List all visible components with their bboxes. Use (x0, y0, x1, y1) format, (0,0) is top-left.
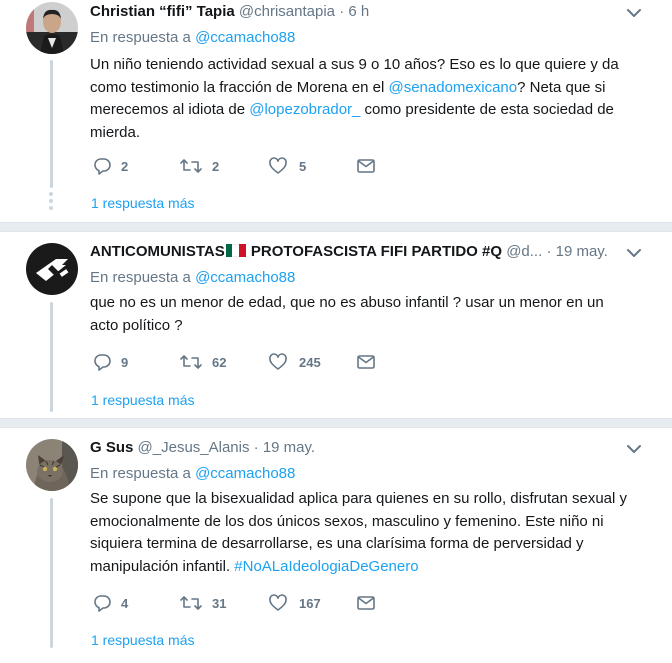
thread-line (50, 60, 53, 188)
thread-line (50, 302, 53, 412)
like-count: 167 (299, 595, 321, 611)
avatar[interactable] (26, 2, 78, 54)
tweet-actions: 2 2 5 (92, 156, 376, 176)
reply-icon (94, 354, 111, 371)
reply-prefix: En respuesta a (90, 465, 191, 482)
like-icon (269, 594, 287, 611)
display-name-suffix: PROTOFASCISTA FIFI PARTIDO #Q (246, 243, 503, 260)
timestamp[interactable]: 19 may. (556, 243, 608, 260)
like-button[interactable]: 167 (268, 593, 356, 613)
more-replies-link[interactable]: 1 respuesta más (91, 391, 195, 409)
chevron-down-icon[interactable] (626, 5, 642, 21)
reply-button[interactable]: 9 (92, 352, 180, 372)
tweet-3[interactable]: G Sus @_Jesus_Alanis · 19 may. En respue… (0, 428, 672, 663)
reply-count: 2 (121, 158, 129, 174)
direct-message-button[interactable] (356, 352, 376, 372)
user-handle[interactable]: @_Jesus_Alanis (138, 439, 250, 456)
separator-dot: · (546, 243, 552, 260)
reply-context: En respuesta a @ccamacho88 (90, 464, 295, 484)
tweet-actions: 4 31 167 (92, 593, 376, 613)
mention-link[interactable]: @senadomexicano (388, 79, 517, 96)
display-name-text: ANTICOMUNISTAS (90, 243, 225, 260)
retweet-count: 2 (212, 158, 220, 174)
reply-to-link[interactable]: @ccamacho88 (195, 29, 295, 46)
like-button[interactable]: 5 (268, 156, 356, 176)
like-icon (269, 353, 287, 370)
reply-button[interactable]: 4 (92, 593, 180, 613)
reply-prefix: En respuesta a (90, 29, 191, 46)
retweet-icon (180, 596, 202, 610)
retweet-button[interactable]: 2 (180, 156, 268, 176)
like-count: 245 (299, 354, 321, 370)
timestamp[interactable]: 19 may. (263, 439, 315, 456)
retweet-icon (180, 355, 202, 369)
retweet-button[interactable]: 62 (180, 352, 268, 372)
chevron-down-icon[interactable] (626, 245, 642, 261)
reply-to-link[interactable]: @ccamacho88 (195, 269, 295, 286)
reply-count: 9 (121, 354, 129, 370)
hashtag-link[interactable]: #NoALaIdeologiaDeGenero (234, 558, 418, 575)
tweet-text: Un niño teniendo actividad sexual a sus … (90, 54, 650, 144)
tweet-header: Christian “fifi” Tapia @chrisantapia · 6… (90, 2, 632, 22)
tweet-divider (0, 222, 672, 232)
separator-dot: · (339, 3, 345, 20)
reply-button[interactable]: 2 (92, 156, 180, 176)
reply-count: 4 (121, 595, 129, 611)
direct-message-icon (357, 159, 375, 173)
mexico-flag-icon (225, 244, 246, 257)
tweet-actions: 9 62 245 (92, 352, 376, 372)
display-name[interactable]: Christian “fifi” Tapia (90, 3, 235, 20)
tweet-header: ANTICOMUNISTAS PROTOFASCISTA FIFI PARTID… (90, 242, 632, 262)
tweet-header: G Sus @_Jesus_Alanis · 19 may. (90, 438, 632, 458)
tweet-1[interactable]: Christian “fifi” Tapia @chrisantapia · 6… (0, 0, 672, 222)
timestamp[interactable]: 6 h (348, 3, 369, 20)
like-button[interactable]: 245 (268, 352, 356, 372)
reply-context: En respuesta a @ccamacho88 (90, 268, 295, 288)
like-count: 5 (299, 158, 307, 174)
avatar[interactable] (26, 243, 78, 295)
thread-dots (49, 192, 53, 213)
like-icon (269, 157, 287, 174)
retweet-button[interactable]: 31 (180, 593, 268, 613)
more-replies-link[interactable]: 1 respuesta más (91, 194, 195, 212)
retweet-count: 31 (212, 595, 227, 611)
more-replies-link[interactable]: 1 respuesta más (91, 631, 195, 649)
direct-message-icon (357, 596, 375, 610)
display-name[interactable]: ANTICOMUNISTAS PROTOFASCISTA FIFI PARTID… (90, 243, 502, 260)
user-handle[interactable]: @chrisantapia (239, 3, 335, 20)
direct-message-button[interactable] (356, 156, 376, 176)
avatar[interactable] (26, 439, 78, 491)
tweet-text: Se supone que la bisexualidad aplica par… (90, 488, 650, 578)
tweet-2[interactable]: ANTICOMUNISTAS PROTOFASCISTA FIFI PARTID… (0, 232, 672, 418)
reply-context: En respuesta a @ccamacho88 (90, 28, 295, 48)
thread-line (50, 498, 53, 648)
separator-dot: · (253, 439, 259, 456)
tweet-divider (0, 418, 672, 428)
mention-link[interactable]: @lopezobrador_ (249, 101, 360, 118)
direct-message-button[interactable] (356, 593, 376, 613)
user-handle[interactable]: @d... (506, 243, 542, 260)
reply-to-link[interactable]: @ccamacho88 (195, 465, 295, 482)
reply-icon (94, 158, 111, 175)
display-name[interactable]: G Sus (90, 439, 133, 456)
retweet-icon (180, 159, 202, 173)
retweet-count: 62 (212, 354, 227, 370)
tweet-text: que no es un menor de edad, que no es ab… (90, 294, 604, 334)
direct-message-icon (357, 355, 375, 369)
reply-icon (94, 595, 111, 612)
chevron-down-icon[interactable] (626, 441, 642, 457)
reply-prefix: En respuesta a (90, 269, 191, 286)
